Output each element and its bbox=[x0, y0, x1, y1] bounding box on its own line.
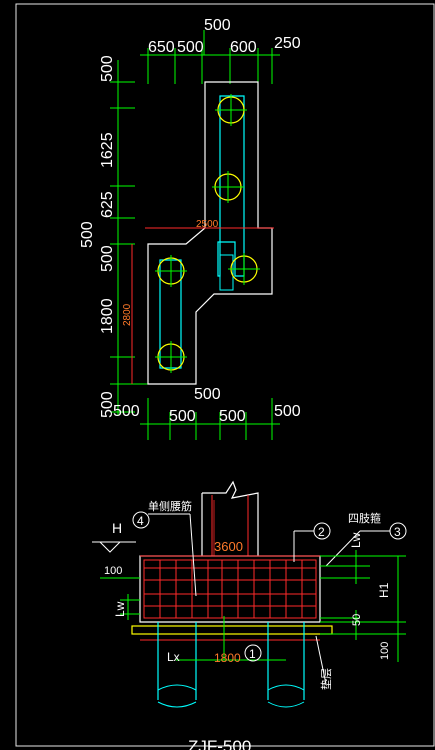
pile-cap-outline bbox=[147, 81, 273, 385]
plan-left-dimensions bbox=[110, 60, 148, 415]
inner-left-dim: 2800 bbox=[122, 303, 133, 326]
section-view: 3600 1800 Lx H 100 Lw 4 单侧腰筋 2 四肢箍 3 Lw … bbox=[92, 480, 407, 750]
label-h: H bbox=[112, 520, 122, 536]
plan-left-dim-3: 625 bbox=[99, 191, 116, 218]
callout-2: 2 bbox=[318, 525, 325, 539]
plan-bottom-dim-1: 500 bbox=[169, 408, 196, 425]
plan-top-dim-1: 650 bbox=[148, 39, 175, 56]
plan-bottom-dim-left: 500 bbox=[113, 403, 140, 420]
section-right-dimensions bbox=[320, 550, 406, 662]
section-pile-right bbox=[267, 622, 305, 708]
label-100-left: 100 bbox=[104, 565, 122, 577]
plan-view: 500 650 500 600 250 500 1625 625 500 180… bbox=[79, 17, 301, 440]
note-cushion: 垫层 bbox=[319, 668, 333, 690]
plan-left-dim-4: 500 bbox=[99, 245, 116, 272]
plan-left-outer-dim: 500 bbox=[79, 221, 96, 248]
note-side-rebar: 单侧腰筋 bbox=[148, 499, 192, 513]
label-lw-right: Lw bbox=[349, 532, 363, 548]
callout-3: 3 bbox=[394, 525, 401, 539]
label-50: 50 bbox=[351, 614, 363, 626]
callout-4: 4 bbox=[137, 514, 144, 528]
label-100-right: 100 bbox=[379, 642, 391, 660]
plan-top-overall-dim: 500 bbox=[204, 17, 231, 34]
label-h1: H1 bbox=[377, 582, 391, 598]
plan-bottom-dimensions bbox=[140, 398, 280, 440]
pile-2 bbox=[212, 171, 244, 203]
cushion-layer bbox=[131, 625, 333, 635]
inner-top-dim: 2500 bbox=[196, 219, 219, 230]
plan-top-dim-3: 600 bbox=[230, 39, 257, 56]
plan-top-dim-4: 250 bbox=[274, 35, 301, 52]
plan-top-dim-2: 500 bbox=[177, 39, 204, 56]
section-width-dim: 3600 bbox=[214, 539, 243, 554]
plan-left-dim-2: 1625 bbox=[99, 132, 116, 168]
drawing-frame bbox=[15, 3, 435, 747]
plan-bottom-dim-right: 500 bbox=[274, 403, 301, 420]
cad-drawing-canvas: 500 650 500 600 250 500 1625 625 500 180… bbox=[15, 3, 435, 750]
drawing-title: ZJF-500 bbox=[188, 737, 251, 750]
plan-left-dim-5: 1800 bbox=[99, 298, 116, 334]
callout-1: 1 bbox=[249, 647, 256, 661]
label-lx: Lx bbox=[167, 650, 180, 664]
rebar-grid bbox=[143, 559, 317, 619]
elevation-marker bbox=[92, 541, 136, 553]
section-pile-left bbox=[157, 622, 197, 708]
pile-spacing-dim: 1800 bbox=[214, 651, 241, 665]
plan-left-dim-1: 500 bbox=[99, 55, 116, 82]
label-lw-left: Lw bbox=[113, 601, 127, 617]
plan-bottom-dim-2: 500 bbox=[219, 408, 246, 425]
section-cap-outline bbox=[139, 555, 321, 623]
plan-bottom-overall-dim: 500 bbox=[194, 386, 221, 403]
note-stirrup: 四肢箍 bbox=[348, 511, 381, 525]
